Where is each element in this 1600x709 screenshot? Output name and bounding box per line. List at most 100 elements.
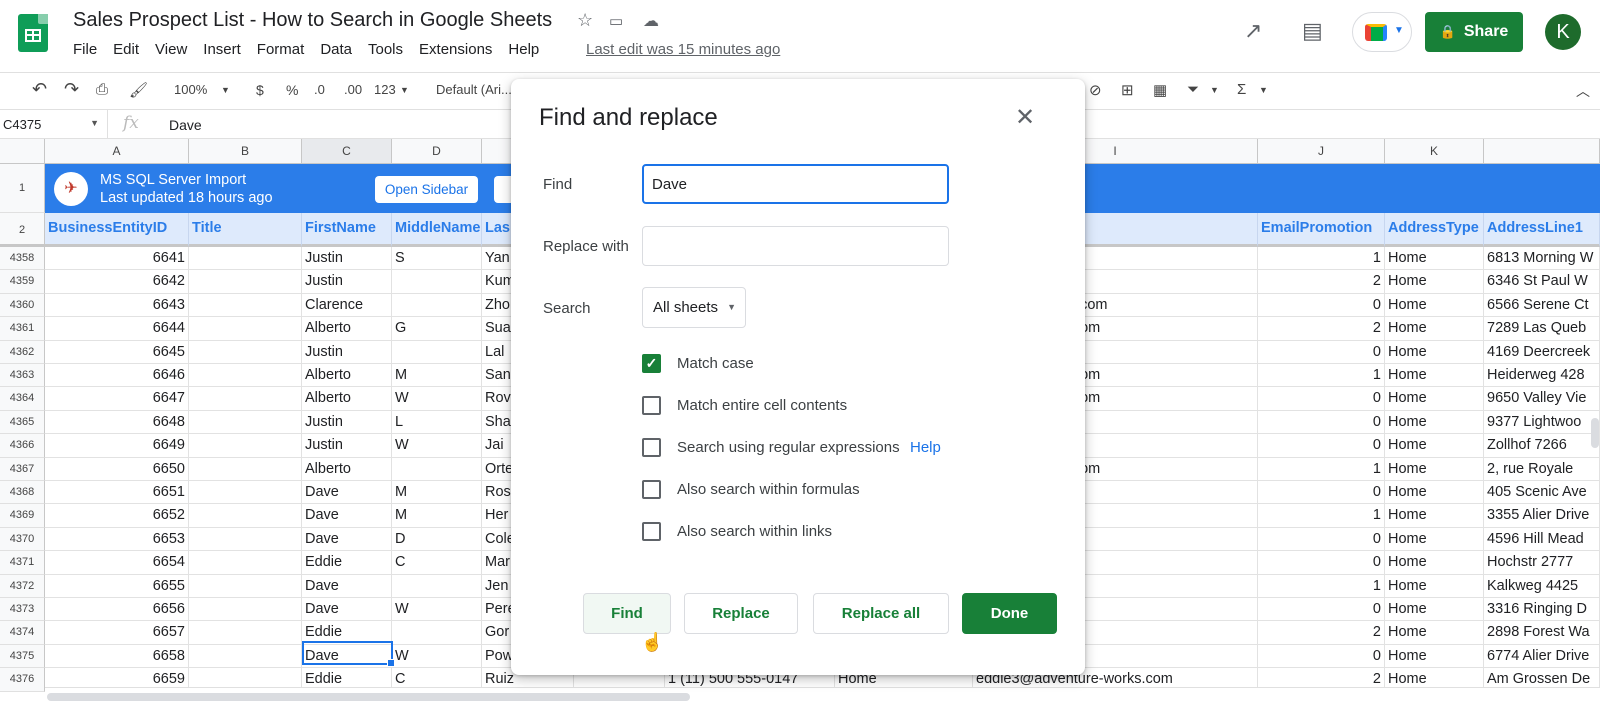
checkbox-checked-icon[interactable]: ✓ xyxy=(642,354,661,373)
cell-address-line1[interactable]: Zollhof 7266 xyxy=(1484,434,1600,458)
cell-middle-name[interactable]: M xyxy=(392,504,482,528)
increase-decimal-button[interactable]: .00 xyxy=(344,82,362,97)
cell-business-entity-id[interactable]: 6656 xyxy=(45,598,189,622)
cell-middle-name[interactable]: W xyxy=(392,644,482,669)
share-button[interactable]: 🔒 Share xyxy=(1425,12,1523,52)
cell-address-type[interactable]: Home xyxy=(1385,387,1484,411)
cell-first-name[interactable]: Alberto xyxy=(302,457,392,481)
horizontal-scrollbar[interactable] xyxy=(45,687,1600,709)
checkbox-icon[interactable] xyxy=(642,480,661,499)
cell-first-name[interactable]: Justin xyxy=(302,410,392,435)
cell-email-promotion[interactable]: 2 xyxy=(1258,621,1385,645)
menu-edit[interactable]: Edit xyxy=(113,41,139,58)
cell-address-type[interactable]: Home xyxy=(1385,340,1484,364)
functions-icon[interactable]: Σ xyxy=(1237,81,1246,98)
cell-first-name[interactable]: Dave xyxy=(302,527,392,552)
regex-help-link[interactable]: Help xyxy=(910,439,941,456)
cell-email-promotion[interactable]: 2 xyxy=(1258,317,1385,341)
search-scope-select[interactable]: All sheets ▼ xyxy=(642,287,746,328)
row-header[interactable]: 4374 xyxy=(0,621,45,645)
cell-middle-name[interactable]: M xyxy=(392,481,482,505)
cell-middle-name[interactable]: M xyxy=(392,364,482,388)
row-header[interactable]: 4359 xyxy=(0,270,45,294)
cell-business-entity-id[interactable]: 6652 xyxy=(45,504,189,528)
comment-add-icon[interactable]: ⊞ xyxy=(1121,81,1134,99)
chevron-down-icon[interactable]: ▼ xyxy=(400,85,409,95)
row-header[interactable]: 4366 xyxy=(0,434,45,458)
cell-address-line1[interactable]: 6346 St Paul W xyxy=(1484,270,1600,294)
column-header-l[interactable] xyxy=(1484,139,1600,164)
cell-email-promotion[interactable]: 1 xyxy=(1258,247,1385,271)
cell-title[interactable] xyxy=(189,293,302,318)
row-header[interactable]: 2 xyxy=(0,213,45,247)
cell-business-entity-id[interactable]: 6641 xyxy=(45,247,189,271)
cell-email-promotion[interactable]: 0 xyxy=(1258,598,1385,622)
paint-format-icon[interactable]: 🖌 xyxy=(129,81,148,99)
cell-business-entity-id[interactable]: 6651 xyxy=(45,481,189,505)
cell-email-promotion[interactable]: 1 xyxy=(1258,574,1385,598)
cell-middle-name[interactable] xyxy=(392,621,482,645)
cell-address-line1[interactable]: Kalkweg 4425 xyxy=(1484,574,1600,598)
cell-address-line1[interactable]: 6566 Serene Ct xyxy=(1484,293,1600,318)
cell-address-type[interactable]: Home xyxy=(1385,551,1484,575)
cell-business-entity-id[interactable]: 6648 xyxy=(45,410,189,435)
row-header[interactable]: 4358 xyxy=(0,247,45,271)
header-cell[interactable]: FirstName xyxy=(302,213,392,247)
cell-business-entity-id[interactable]: 6645 xyxy=(45,340,189,364)
cell-first-name[interactable]: Dave xyxy=(302,574,392,598)
collapse-toolbar-icon[interactable]: ︿ xyxy=(1576,81,1590,101)
row-header[interactable]: 4361 xyxy=(0,317,45,341)
move-folder-icon[interactable]: ▭ xyxy=(609,12,623,30)
cell-business-entity-id[interactable]: 6657 xyxy=(45,621,189,645)
cell-address-type[interactable]: Home xyxy=(1385,410,1484,435)
cell-address-type[interactable]: Home xyxy=(1385,644,1484,669)
checkbox-icon[interactable] xyxy=(642,438,661,457)
cell-first-name[interactable]: Dave xyxy=(302,504,392,528)
cell-address-type[interactable]: Home xyxy=(1385,504,1484,528)
cell-business-entity-id[interactable]: 6658 xyxy=(45,644,189,669)
print-icon[interactable]: ⎙ xyxy=(96,81,108,98)
cell-address-line1[interactable]: 2, rue Royale xyxy=(1484,457,1600,481)
cell-address-line1[interactable]: Hochstr 2777 xyxy=(1484,551,1600,575)
find-input[interactable] xyxy=(642,164,949,204)
open-sidebar-button[interactable]: Open Sidebar xyxy=(375,176,478,203)
cell-middle-name[interactable] xyxy=(392,574,482,598)
cell-address-type[interactable]: Home xyxy=(1385,364,1484,388)
cell-address-line1[interactable]: 3355 Alier Drive xyxy=(1484,504,1600,528)
currency-button[interactable]: $ xyxy=(256,82,264,98)
row-header[interactable]: 4367 xyxy=(0,457,45,481)
cell-address-type[interactable]: Home xyxy=(1385,317,1484,341)
cell-middle-name[interactable]: C xyxy=(392,551,482,575)
chevron-down-icon[interactable]: ▼ xyxy=(1210,85,1219,95)
undo-icon[interactable]: ↶ xyxy=(32,79,47,100)
replace-button[interactable]: Replace xyxy=(684,593,798,634)
cell-business-entity-id[interactable]: 6654 xyxy=(45,551,189,575)
row-header[interactable]: 4365 xyxy=(0,410,45,435)
cell-first-name[interactable]: Clarence xyxy=(302,293,392,318)
cell-address-line1[interactable]: 9377 Lightwoo xyxy=(1484,410,1600,435)
cell-email-promotion[interactable]: 0 xyxy=(1258,387,1385,411)
cell-title[interactable] xyxy=(189,387,302,411)
cell-title[interactable] xyxy=(189,551,302,575)
meet-button[interactable]: ▼ xyxy=(1352,12,1412,52)
cell-email-promotion[interactable]: 1 xyxy=(1258,457,1385,481)
cell-middle-name[interactable]: W xyxy=(392,387,482,411)
header-cell[interactable]: MiddleName xyxy=(392,213,482,247)
document-title[interactable]: Sales Prospect List - How to Search in G… xyxy=(73,9,552,32)
row-header[interactable]: 4373 xyxy=(0,598,45,622)
cell-email-promotion[interactable]: 0 xyxy=(1258,644,1385,669)
row-header[interactable]: 4376 xyxy=(0,668,45,692)
cell-business-entity-id[interactable]: 6655 xyxy=(45,574,189,598)
menu-tools[interactable]: Tools xyxy=(368,41,403,58)
cell-email-promotion[interactable]: 0 xyxy=(1258,410,1385,435)
zoom-select[interactable]: 100% xyxy=(174,82,207,97)
row-header[interactable]: 1 xyxy=(0,164,45,213)
formula-input[interactable]: Dave xyxy=(169,117,202,133)
cell-title[interactable] xyxy=(189,270,302,294)
cloud-status-icon[interactable]: ☁ xyxy=(643,11,659,31)
cell-email-promotion[interactable]: 2 xyxy=(1258,270,1385,294)
menu-insert[interactable]: Insert xyxy=(203,41,241,58)
name-box[interactable]: C4375 ▼ xyxy=(0,110,108,138)
cell-address-type[interactable]: Home xyxy=(1385,574,1484,598)
cell-first-name[interactable]: Eddie xyxy=(302,551,392,575)
